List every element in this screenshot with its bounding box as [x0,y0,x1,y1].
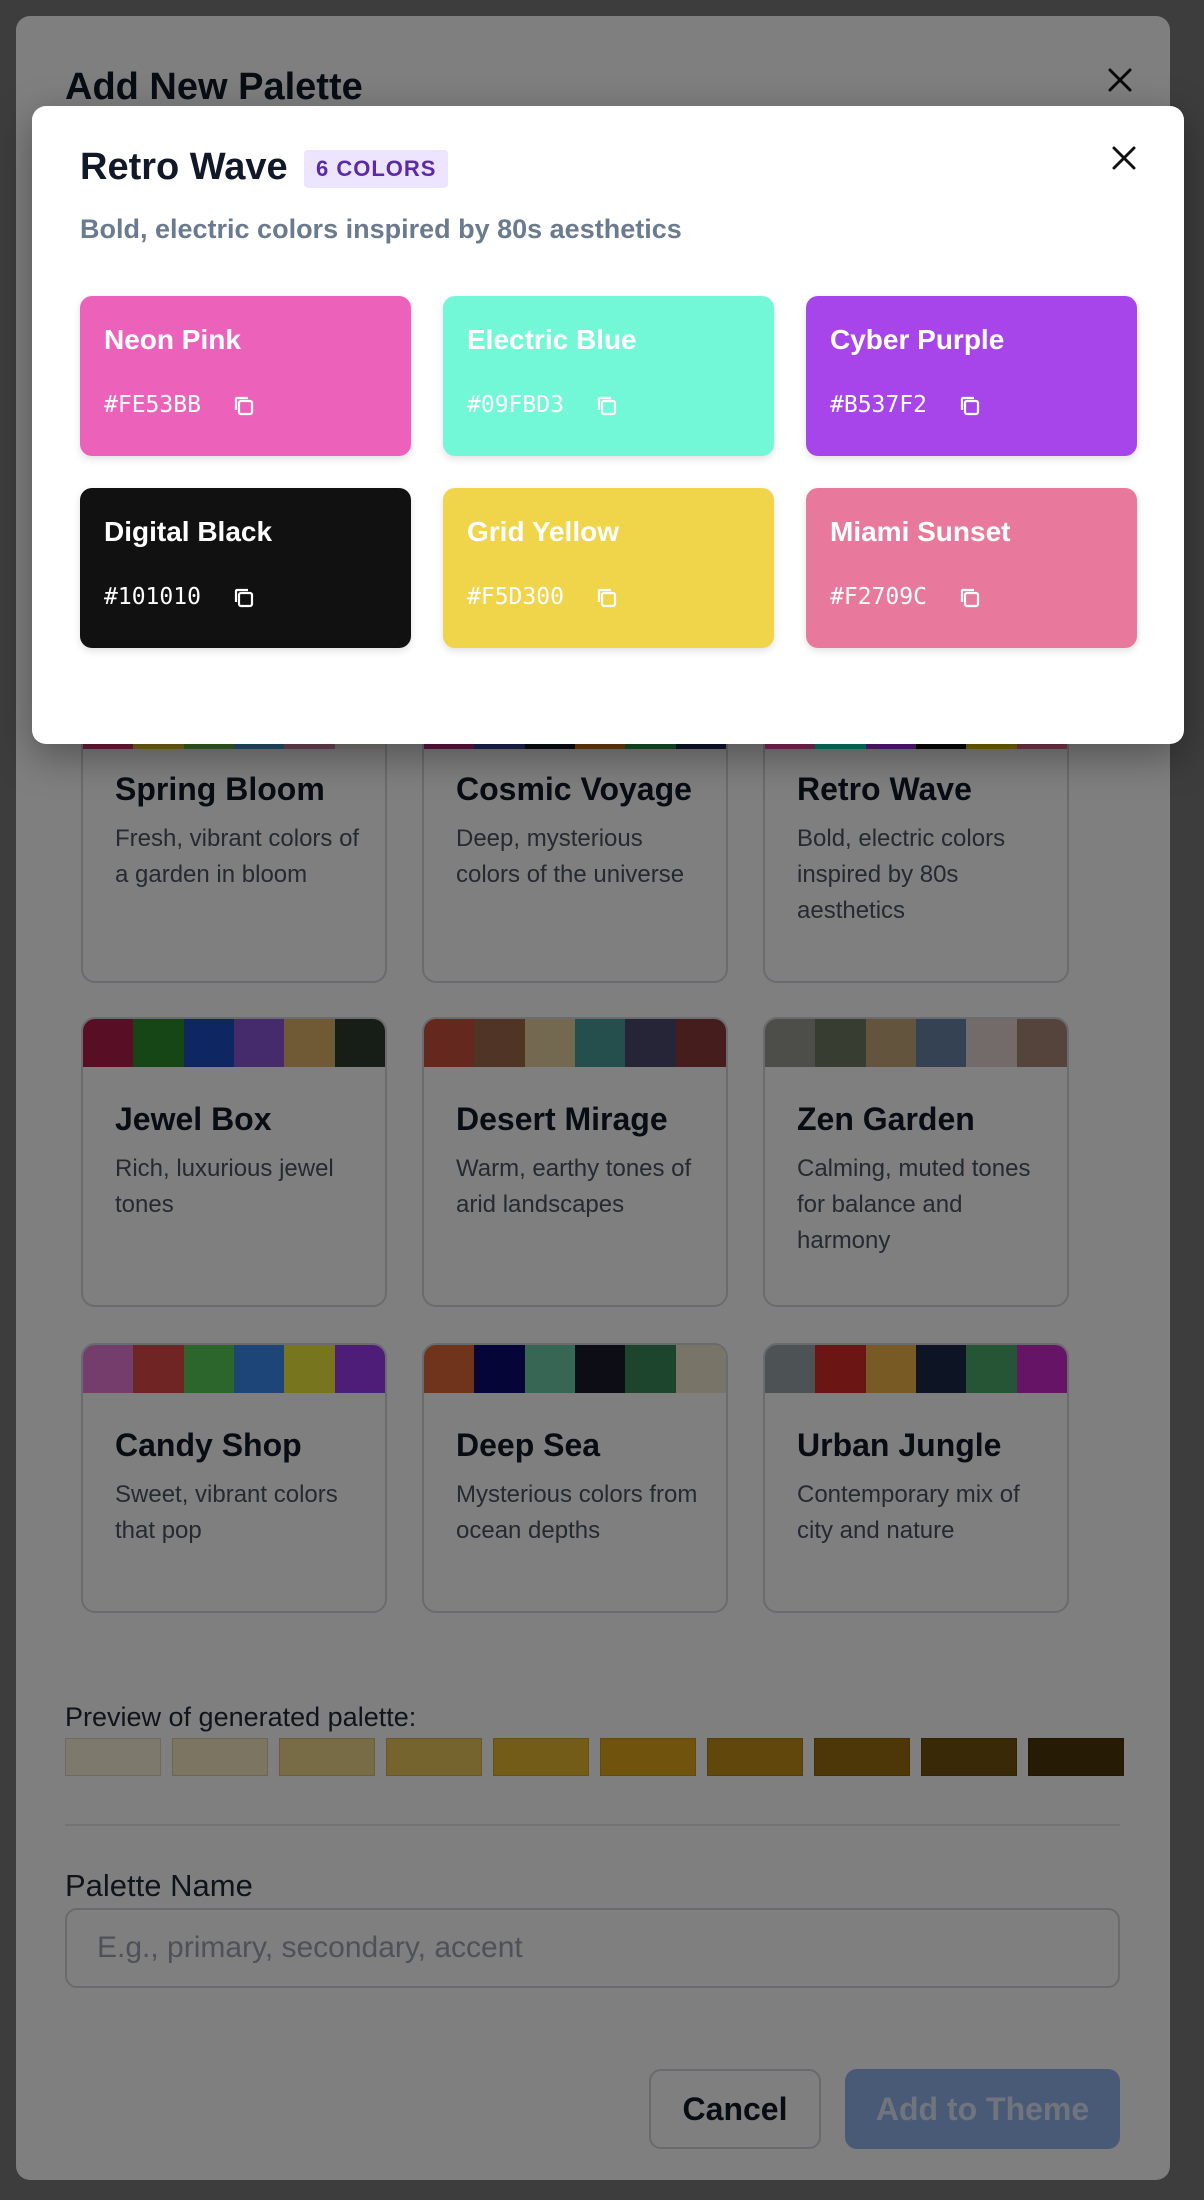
palette-detail-modal: Retro Wave 6 COLORS Bold, electric color… [32,106,1184,744]
copy-icon[interactable] [230,584,258,612]
color-name: Cyber Purple [830,324,1005,355]
copy-icon[interactable] [230,392,258,420]
color-name: Digital Black [104,516,273,547]
color-hex: #09FBD3 [467,392,564,418]
color-hex: #F2709C [830,584,927,610]
color-swatch-card[interactable]: Cyber Purple #B537F2 [806,296,1137,456]
copy-icon[interactable] [956,392,984,420]
color-name: Electric Blue [467,324,637,355]
color-swatch-card[interactable]: Grid Yellow #F5D300 [443,488,774,648]
color-hex: #FE53BB [104,392,201,418]
color-hex: #B537F2 [830,392,927,418]
color-swatch-card[interactable]: Neon Pink #FE53BB [80,296,411,456]
color-swatch-card[interactable]: Digital Black #101010 [80,488,411,648]
copy-icon[interactable] [593,392,621,420]
copy-icon[interactable] [593,584,621,612]
color-count-badge: 6 COLORS [304,150,449,188]
palette-description: Bold, electric colors inspired by 80s ae… [80,214,682,244]
color-swatch-card[interactable]: Electric Blue #09FBD3 [443,296,774,456]
copy-icon[interactable] [956,584,984,612]
color-hex: #F5D300 [467,584,564,610]
color-swatch-card[interactable]: Miami Sunset #F2709C [806,488,1137,648]
color-hex: #101010 [104,584,201,610]
color-name: Neon Pink [104,324,241,355]
color-name: Grid Yellow [467,516,619,547]
color-name: Miami Sunset [830,516,1011,547]
palette-title: Retro Wave [80,146,288,188]
close-icon[interactable] [1102,136,1146,180]
